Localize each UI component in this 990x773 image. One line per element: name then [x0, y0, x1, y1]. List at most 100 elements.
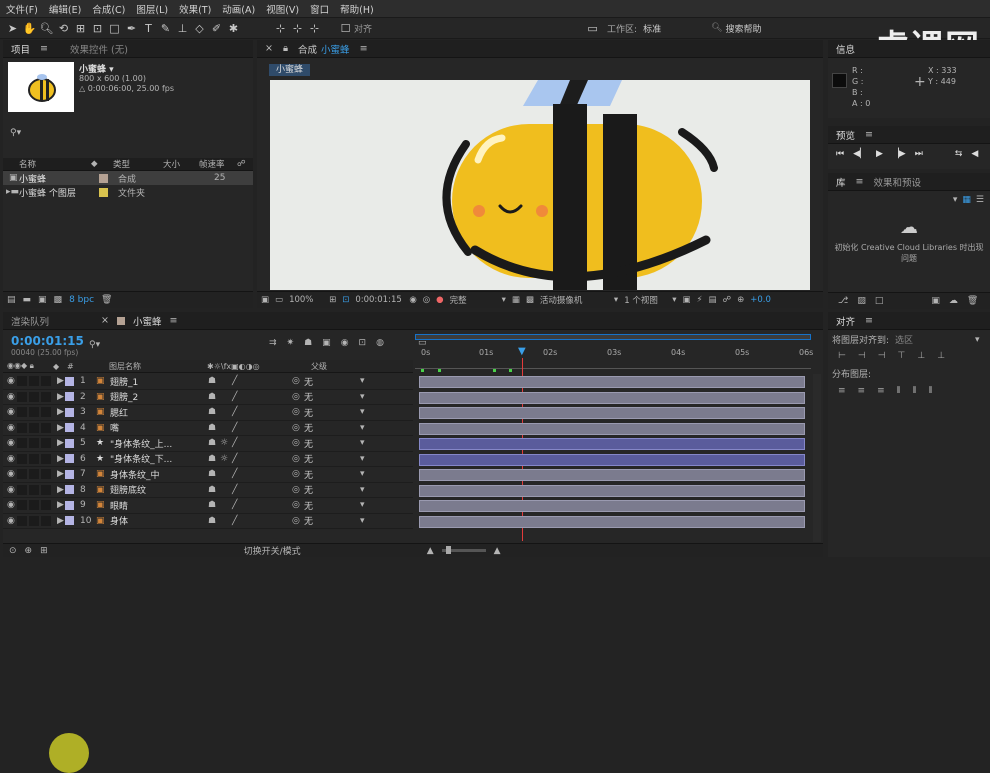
show-snapshot-icon[interactable]: ◎	[423, 295, 430, 305]
label-swatch[interactable]	[99, 187, 108, 197]
align-hcenter-icon[interactable]: ⊣	[858, 351, 866, 361]
quality-switch-icon[interactable]: ╱	[232, 392, 292, 402]
eye-icon[interactable]: ◉	[3, 376, 17, 386]
label-swatch[interactable]	[65, 454, 74, 464]
expand-triangle-icon[interactable]: ▶	[57, 454, 65, 464]
expand-triangle-icon[interactable]: ▶	[57, 516, 65, 526]
layer-duration-bar[interactable]	[419, 391, 805, 404]
shy-switch-icon[interactable]: ☗	[208, 516, 220, 526]
lock-box[interactable]	[29, 500, 39, 511]
views-dropdown[interactable]: 1 个视图	[624, 294, 666, 306]
rotate-tool-icon[interactable]: ⟲	[55, 20, 72, 37]
project-item-row[interactable]: ▸▬ 小蜜蜂 个图层 文件夹	[3, 185, 253, 199]
flowchart-icon[interactable]: ☍	[723, 295, 732, 305]
pickwhip-icon[interactable]: ◎	[292, 485, 304, 495]
snapshot-icon[interactable]: ◉	[409, 295, 416, 305]
mute-icon[interactable]: ◀	[971, 149, 978, 159]
quality-dropdown[interactable]: 完整	[450, 294, 496, 306]
layer-row[interactable]: ◉ ▶ 9 ▣ 眼睛 ☗ ╱ ◎ 无 ▾	[3, 498, 413, 514]
chevron-down-icon[interactable]: ▾	[502, 295, 506, 305]
eye-icon[interactable]: ◉	[3, 392, 17, 402]
expand-modes-icon[interactable]: ⊕	[25, 546, 33, 556]
quality-switch-icon[interactable]: ╱	[232, 438, 292, 448]
parent-dropdown[interactable]: 无	[304, 421, 360, 434]
layer-row[interactable]: ◉ ▶ 8 ▣ 翅膀底纹 ☗ ╱ ◎ 无 ▾	[3, 483, 413, 498]
last-frame-icon[interactable]: ⏭	[915, 149, 923, 159]
distribute-left-icon[interactable]: ⦀	[897, 386, 901, 396]
frame-blend-icon[interactable]: ▣	[322, 338, 331, 348]
label-swatch[interactable]	[65, 485, 74, 495]
quality-switch-icon[interactable]: ╱	[232, 485, 292, 495]
flowchart-icon[interactable]: ☍	[237, 159, 246, 169]
layer-row[interactable]: ◉ ▶ 4 ▣ 嘴 ☗ ╱ ◎ 无 ▾	[3, 421, 413, 436]
solo-box[interactable]	[17, 500, 27, 511]
layer-duration-bar[interactable]	[419, 453, 805, 466]
roi-icon[interactable]: ⊡	[342, 295, 349, 305]
shy-switch-icon[interactable]: ☗	[208, 376, 220, 386]
align-top-icon[interactable]: ⊤	[898, 351, 906, 361]
menu-layer[interactable]: 图层(L)	[136, 2, 168, 16]
axis-local-icon[interactable]: ⊹	[272, 20, 289, 37]
brainstorm-icon[interactable]: ◍	[376, 338, 384, 348]
label-swatch[interactable]	[65, 376, 74, 386]
motion-blur-icon[interactable]: ◉	[341, 338, 349, 348]
selection-tool-icon[interactable]: ➤	[4, 20, 21, 37]
layer-row[interactable]: ◉ ▶ 7 ▣ 身体条纹_中 ☗ ╱ ◎ 无 ▾	[3, 467, 413, 483]
chevron-down-icon[interactable]: ▾	[360, 376, 365, 386]
distribute-right-icon[interactable]: ⦀	[929, 386, 933, 396]
shy-switch-icon[interactable]: ☗	[208, 469, 220, 479]
layer-row[interactable]: ◉ ▶ 10 ▣ 身体 ☗ ╱ ◎ 无 ▾	[3, 514, 413, 529]
swatch-icon[interactable]: □	[875, 296, 884, 306]
solo-box[interactable]	[17, 391, 27, 402]
fast-preview-icon[interactable]: ⚡	[697, 295, 703, 305]
graph-editor-icon[interactable]: ⊡	[359, 338, 367, 348]
tab-library[interactable]: 库	[836, 175, 846, 189]
eye-icon[interactable]: ◉	[3, 500, 17, 510]
toggle-switches-modes[interactable]: 切换开关/模式	[244, 544, 301, 557]
eye-icon[interactable]: ◉	[3, 407, 17, 417]
shy-box[interactable]	[41, 515, 51, 526]
shy-box[interactable]	[41, 500, 51, 511]
solo-box[interactable]	[17, 422, 27, 433]
workspace-value[interactable]: 标准	[643, 22, 661, 35]
layer-name[interactable]: 翅膀底纹	[110, 483, 196, 496]
chevron-down-icon[interactable]: ▾	[614, 295, 618, 305]
parent-dropdown[interactable]: 无	[304, 499, 360, 512]
snap-checkbox[interactable]: ☐	[337, 20, 354, 37]
shy-icon[interactable]: ☗	[304, 338, 312, 348]
menu-help[interactable]: 帮助(H)	[340, 2, 374, 16]
distribute-bottom-icon[interactable]: ≡	[877, 386, 885, 396]
solo-box[interactable]	[17, 469, 27, 480]
close-icon[interactable]: ×	[265, 43, 273, 54]
layer-name[interactable]: 嘴	[110, 421, 196, 434]
layer-row[interactable]: ◉ ▶ 2 ▣ 翅膀_2 ☗ ╱ ◎ 无 ▾	[3, 390, 413, 405]
hand-tool-icon[interactable]: ✋	[21, 20, 38, 37]
chevron-down-icon[interactable]: ▾	[975, 335, 980, 345]
first-frame-icon[interactable]: ⏮	[836, 149, 844, 159]
shy-box[interactable]	[41, 453, 51, 464]
pickwhip-icon[interactable]: ◎	[292, 516, 304, 526]
zoom-tool-icon[interactable]: 🔍︎	[38, 20, 55, 37]
timecode[interactable]: 0:00:01:15	[11, 334, 84, 348]
shy-box[interactable]	[41, 484, 51, 495]
search-icon[interactable]: ⚲▾	[89, 340, 100, 350]
axis-view-icon[interactable]: ⊹	[306, 20, 323, 37]
layer-duration-bar[interactable]	[419, 376, 805, 388]
parent-dropdown[interactable]: 无	[304, 483, 360, 496]
layer-name[interactable]: 身体	[110, 514, 196, 527]
layer-row[interactable]: ◉ ▶ 5 ★ "身体条纹_上... ☗ ☼ ╱ ◎ 无 ▾	[3, 436, 413, 452]
pickwhip-icon[interactable]: ◎	[292, 454, 304, 464]
eye-icon[interactable]: ◉	[3, 438, 17, 448]
chevron-down-icon[interactable]: ▾	[360, 392, 365, 402]
expand-triangle-icon[interactable]: ▶	[57, 423, 65, 433]
layer-duration-bar[interactable]	[419, 438, 805, 450]
chevron-down-icon[interactable]: ▾	[672, 295, 676, 305]
zoom-slider[interactable]	[441, 546, 486, 554]
eraser-tool-icon[interactable]: ◇	[191, 20, 208, 37]
quality-switch-icon[interactable]: ╱	[232, 407, 292, 417]
camera-dropdown[interactable]: 活动摄像机	[540, 294, 608, 306]
align-to-dropdown[interactable]: 选区	[895, 333, 969, 346]
shy-box[interactable]	[41, 438, 51, 449]
layer-name[interactable]: 腮红	[110, 406, 196, 419]
quality-switch-icon[interactable]: ╱	[232, 500, 292, 510]
